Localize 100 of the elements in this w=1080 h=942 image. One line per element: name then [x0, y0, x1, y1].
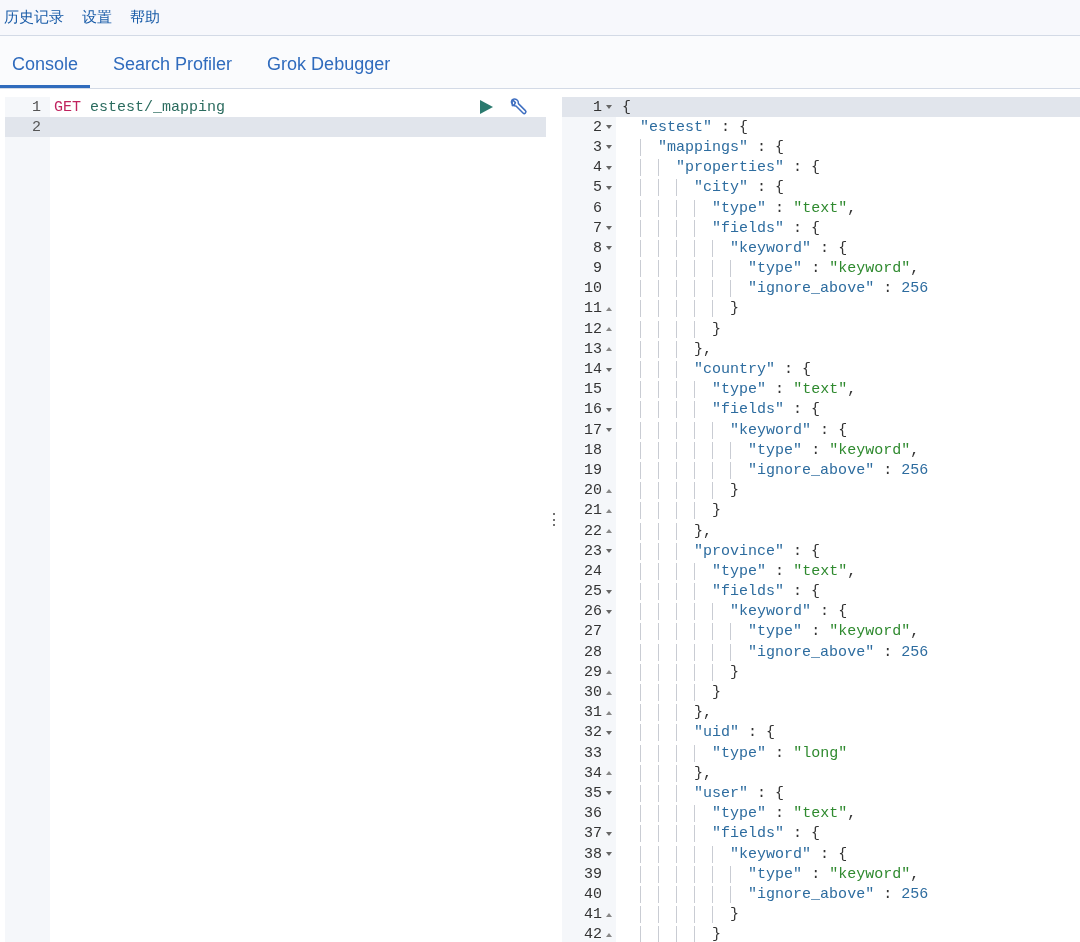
line-number: 42	[584, 926, 602, 942]
line-number: 23	[584, 542, 602, 560]
collapse-arrow-icon[interactable]	[606, 730, 612, 735]
line-number: 5	[593, 179, 602, 197]
expand-arrow-icon[interactable]	[606, 347, 612, 352]
collapse-arrow-icon[interactable]	[606, 185, 612, 190]
line-number: 32	[584, 724, 602, 742]
line-number: 31	[584, 704, 602, 722]
line-number: 40	[584, 885, 602, 903]
line-number: 29	[584, 663, 602, 681]
code-line: "ignore_above" : 256	[616, 885, 929, 903]
line-number: 30	[584, 684, 602, 702]
code-line: "city" : {	[616, 179, 785, 197]
expand-arrow-icon[interactable]	[606, 710, 612, 715]
line-number: 4	[593, 159, 602, 177]
expand-arrow-icon[interactable]	[606, 690, 612, 695]
menu-link[interactable]: 设置	[82, 8, 112, 27]
code-line: "type" : "text",	[616, 199, 857, 217]
line-number: 2	[593, 118, 602, 136]
expand-arrow-icon[interactable]	[606, 932, 612, 937]
code-line: "country" : {	[616, 361, 812, 379]
code-line: "type" : "keyword",	[616, 623, 920, 641]
code-line: },	[616, 522, 713, 540]
line-number: 10	[584, 280, 602, 298]
code-line: "estest" : {	[639, 118, 749, 136]
line-number: 28	[584, 643, 602, 661]
collapse-arrow-icon[interactable]	[606, 165, 612, 170]
line-number: 1	[593, 98, 602, 116]
expand-arrow-icon[interactable]	[606, 529, 612, 534]
line-number: 39	[584, 865, 602, 883]
tab[interactable]: Grok Debugger	[255, 36, 403, 88]
code-line: "type" : "long"	[616, 744, 848, 762]
line-number: 13	[584, 340, 602, 358]
code-line: }	[616, 906, 740, 924]
line-number: 24	[584, 562, 602, 580]
tab[interactable]: Search Profiler	[101, 36, 245, 88]
line-number: 1	[31, 98, 42, 116]
code-line: },	[616, 704, 713, 722]
code-line: "uid" : {	[616, 724, 776, 742]
code-line: "province" : {	[616, 542, 821, 560]
collapse-arrow-icon[interactable]	[606, 145, 612, 150]
collapse-arrow-icon[interactable]	[606, 589, 612, 594]
line-number: 7	[593, 219, 602, 237]
code-line: "fields" : {	[616, 401, 821, 419]
resize-handle[interactable]: ⋮	[546, 510, 562, 529]
request-line: GET estest/_mapping	[54, 98, 227, 116]
line-number: 11	[584, 300, 602, 318]
code-line: "type" : "keyword",	[616, 260, 920, 278]
line-number: 12	[584, 320, 602, 338]
collapse-arrow-icon[interactable]	[606, 226, 612, 231]
menu-link[interactable]: 历史记录	[4, 8, 64, 27]
collapse-arrow-icon[interactable]	[606, 246, 612, 251]
code-line: "user" : {	[616, 784, 785, 802]
collapse-arrow-icon[interactable]	[606, 367, 612, 372]
code-line: },	[616, 764, 713, 782]
line-number: 36	[584, 805, 602, 823]
expand-arrow-icon[interactable]	[606, 508, 612, 513]
code-line: }	[616, 300, 740, 318]
collapse-arrow-icon[interactable]	[606, 852, 612, 857]
line-number: 33	[584, 744, 602, 762]
collapse-arrow-icon[interactable]	[606, 407, 612, 412]
line-number: 34	[584, 764, 602, 782]
expand-arrow-icon[interactable]	[606, 327, 612, 332]
tab[interactable]: Console	[0, 36, 91, 88]
collapse-arrow-icon[interactable]	[606, 831, 612, 836]
code-line: }	[616, 482, 740, 500]
code-line: "ignore_above" : 256	[616, 643, 929, 661]
code-line: }	[616, 502, 722, 520]
line-number: 21	[584, 502, 602, 520]
line-number: 15	[584, 381, 602, 399]
expand-arrow-icon[interactable]	[606, 306, 612, 311]
code-line: "keyword" : {	[616, 239, 848, 257]
menu-link[interactable]: 帮助	[130, 8, 160, 27]
code-line: "ignore_above" : 256	[616, 461, 929, 479]
line-number: 41	[584, 906, 602, 924]
expand-arrow-icon[interactable]	[606, 771, 612, 776]
line-number: 27	[584, 623, 602, 641]
code-line: "mappings" : {	[616, 138, 785, 156]
expand-arrow-icon[interactable]	[606, 912, 612, 917]
collapse-arrow-icon[interactable]	[606, 428, 612, 433]
line-number: 26	[584, 603, 602, 621]
code-line: }	[616, 926, 722, 942]
code-line: },	[616, 340, 713, 358]
collapse-arrow-icon[interactable]	[606, 549, 612, 554]
collapse-arrow-icon[interactable]	[606, 791, 612, 796]
code-line: "keyword" : {	[616, 421, 848, 439]
collapse-arrow-icon[interactable]	[606, 609, 612, 614]
expand-arrow-icon[interactable]	[606, 670, 612, 675]
line-number: 19	[584, 461, 602, 479]
line-number: 35	[584, 784, 602, 802]
line-number: 38	[584, 845, 602, 863]
code-line: "keyword" : {	[616, 603, 848, 621]
code-line: "fields" : {	[616, 583, 821, 601]
line-number: 22	[584, 522, 602, 540]
collapse-arrow-icon[interactable]	[606, 105, 612, 110]
line-number: 17	[584, 421, 602, 439]
collapse-arrow-icon[interactable]	[606, 125, 612, 130]
line-number: 8	[593, 239, 602, 257]
expand-arrow-icon[interactable]	[606, 488, 612, 493]
play-icon[interactable]	[478, 99, 494, 116]
